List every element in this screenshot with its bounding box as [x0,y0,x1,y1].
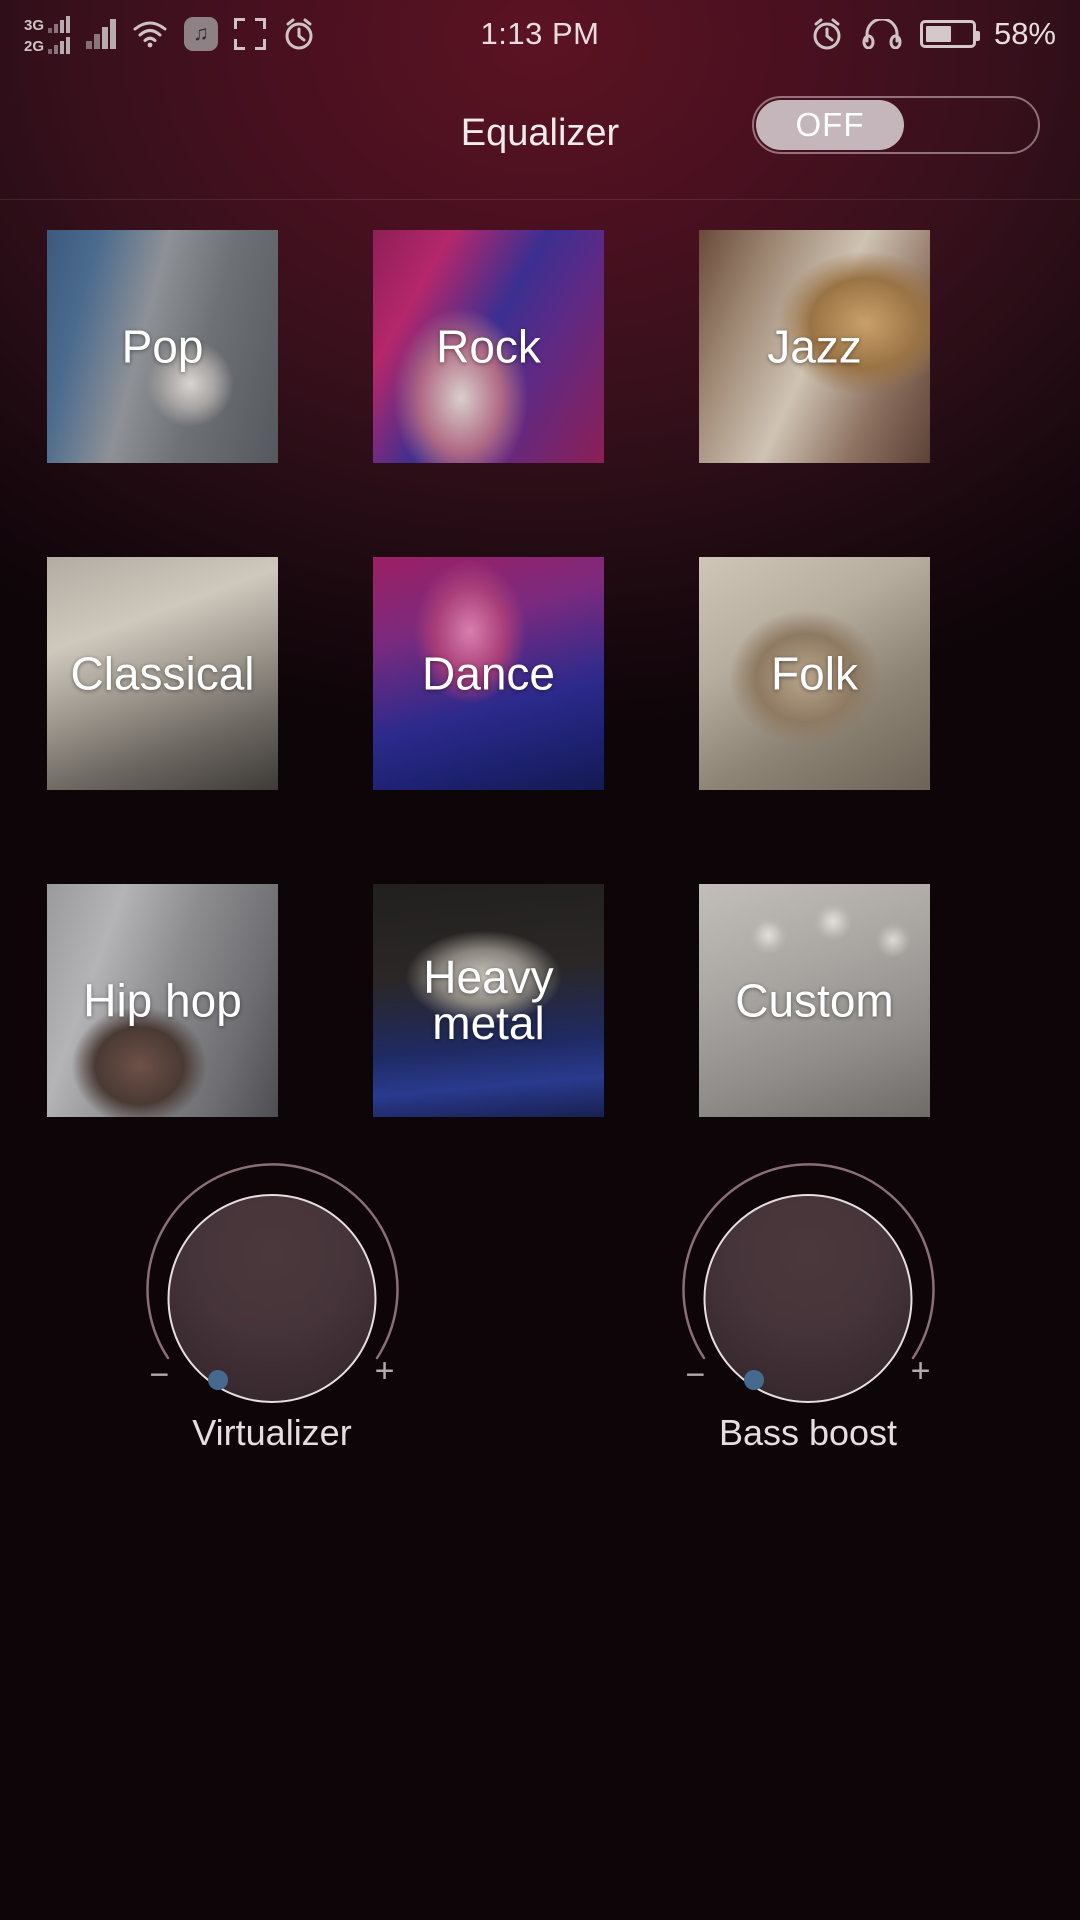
effect-knobs: − + Virtualizer − + Bass boost [0,1090,1080,1454]
preset-custom[interactable]: Custom › [699,884,930,1117]
knob-increase-label[interactable]: + [911,1354,931,1388]
knob-decrease-label[interactable]: − [686,1358,706,1392]
preset-rock[interactable]: Rock [373,230,604,463]
knob-dial[interactable] [703,1194,913,1403]
preset-heavy-metal[interactable]: Heavy metal [373,884,604,1117]
knob-indicator-dot [743,1370,764,1390]
preset-label: Classical [70,647,255,700]
preset-dance[interactable]: Dance [373,557,604,790]
sim1-signal: 3G [24,15,71,34]
sim2-signal: 2G [24,36,71,55]
headphones-icon [862,19,902,49]
screenshot-icon [234,18,267,50]
signal-bars-icon [48,36,71,54]
preset-jazz[interactable]: Jazz [699,230,930,463]
knob-increase-label[interactable]: + [375,1354,395,1388]
bass-boost-control: − + Bass boost [656,1090,961,1454]
knob-decrease-label[interactable]: − [150,1358,170,1392]
knob-indicator-dot [207,1370,228,1390]
preset-label: Pop [121,320,204,373]
status-bar: 3G 2G ♫ 1:13 PM 58% [0,0,1080,68]
knob-label: Bass boost [718,1412,898,1453]
bass-boost-knob[interactable]: − + [656,1090,961,1403]
equalizer-header: Equalizer OFF [0,68,1080,200]
signal-bars-icon [86,19,117,49]
dual-sim-signal: 3G 2G [24,15,71,55]
signal-bars-icon [48,15,71,33]
preset-label: Custom [735,974,894,1027]
signal-3g-icon: 3G [24,16,45,34]
preset-label: Rock [436,320,541,373]
knob-label: Virtualizer [192,1412,352,1453]
preset-pop[interactable]: Pop [47,230,278,463]
chevron-right-icon[interactable]: › [929,978,930,1023]
battery-percent-label: 58% [993,16,1056,51]
status-bar-left: 3G 2G ♫ [24,15,316,54]
virtualizer-knob[interactable]: − + [120,1090,425,1403]
preset-folk[interactable]: Folk [699,557,930,790]
preset-classical[interactable]: Classical [47,557,278,790]
equalizer-toggle-state-label[interactable]: OFF [756,100,904,150]
equalizer-toggle[interactable]: OFF [752,96,1040,154]
music-note-icon: ♫ [184,17,219,51]
preset-label: Heavy metal [423,950,554,1050]
preset-label: Folk [771,647,858,700]
alarm-icon [813,18,841,50]
preset-label: Jazz [767,320,862,373]
preset-grid: Pop Rock Jazz Classical Dance Folk Hip h… [47,230,1034,1117]
preset-label: Hip hop [83,974,242,1027]
alarm-clock-icon [285,18,313,50]
knob-dial[interactable] [167,1194,377,1403]
signal-2g-icon: 2G [24,37,45,55]
wifi-icon [133,21,167,48]
battery-icon [919,20,980,48]
preset-label: Dance [422,647,555,700]
status-bar-right: 58% [810,16,1056,52]
preset-hip-hop[interactable]: Hip hop [47,884,278,1117]
virtualizer-control: − + Virtualizer [120,1090,425,1454]
